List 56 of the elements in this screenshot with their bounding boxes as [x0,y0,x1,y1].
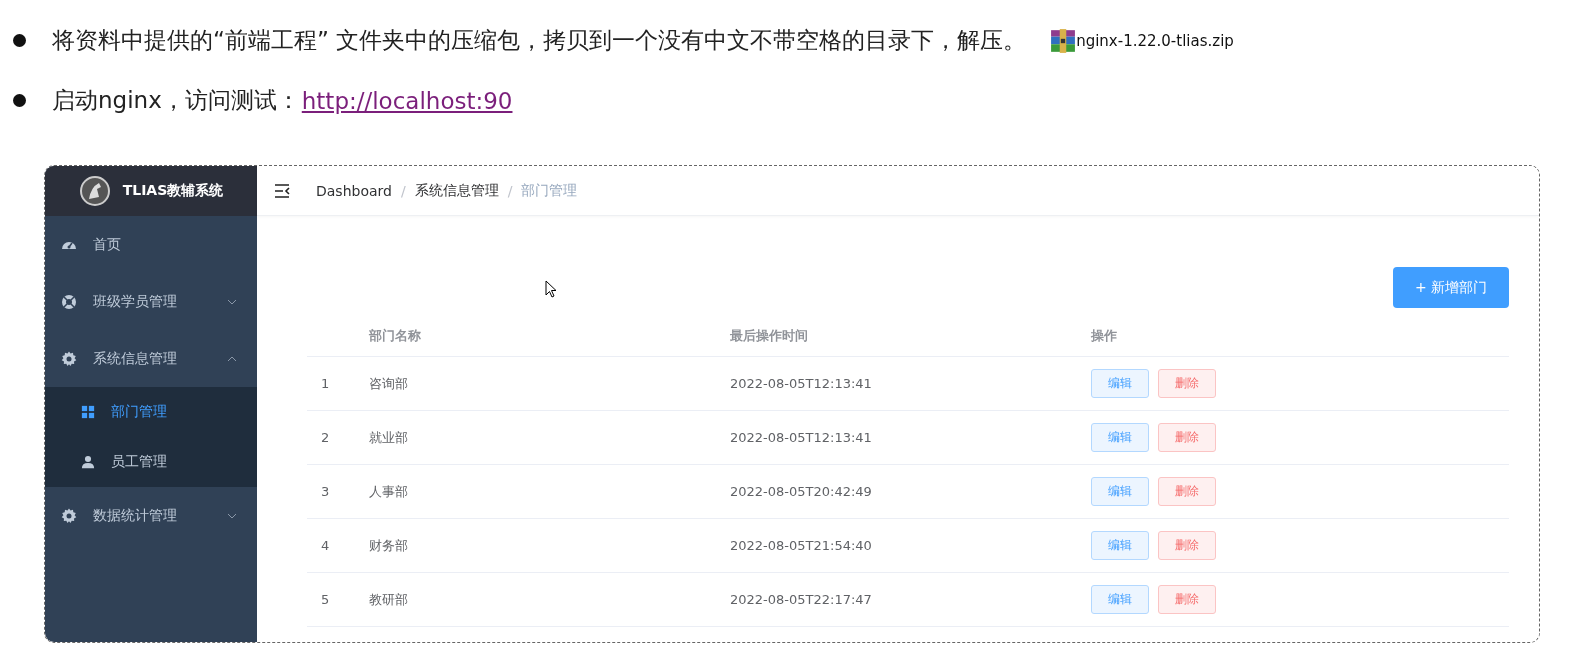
bullet-dot [13,34,26,47]
table-cell: 5 [321,592,330,607]
table-cell: 教研部 [369,591,408,607]
gear-icon [61,350,77,367]
edit-button[interactable]: 编辑 [1091,531,1149,560]
table-cell: 4 [321,538,330,553]
breadcrumb-separator: / [507,182,513,199]
bullet-text: 将资料中提供的“前端工程” 文件夹中的压缩包，拷贝到一个没有中文不带空格的目录下，解压。 [52,26,1027,55]
table-cell: 2022-08-05T12:13:41 [730,430,872,445]
column-header: 操作 [1091,327,1118,345]
lifebuoy-icon [61,293,77,310]
menu-item[interactable]: 首页 [45,216,257,273]
edit-button[interactable]: 编辑 [1091,585,1149,614]
delete-button[interactable]: 删除 [1158,585,1216,614]
submenu-item[interactable]: 部门管理 [45,387,257,437]
breadcrumb-item[interactable]: 系统信息管理 [414,181,499,200]
table-cell: 2022-08-05T20:42:49 [730,484,872,499]
menu-item[interactable]: 系统信息管理 [45,330,257,387]
add-department-button[interactable]: + 新增部门 [1393,267,1509,308]
menu-icon[interactable] [274,183,290,198]
gear-icon [61,507,77,524]
menu-item[interactable]: 班级学员管理 [45,273,257,330]
table-cell: 人事部 [369,483,408,499]
breadcrumb-item[interactable]: Dashboard [316,182,392,199]
url-link[interactable]: http://localhost:90 [301,87,513,114]
logo-icon [78,175,111,207]
bullet-text: 启动nginx，访问测试： [52,86,300,115]
brand-title: TLIAS教辅系统 [122,182,224,200]
column-header: 最后操作时间 [730,327,809,345]
delete-button[interactable]: 删除 [1158,531,1216,560]
table-cell: 财务部 [369,537,408,553]
menu-item[interactable]: 数据统计管理 [45,487,257,544]
edit-button[interactable]: 编辑 [1091,369,1149,398]
breadcrumb-separator: / [400,182,406,199]
user-icon [81,455,95,469]
table-cell: 3 [321,484,330,499]
delete-button[interactable]: 删除 [1158,369,1216,398]
edit-button[interactable]: 编辑 [1091,423,1149,452]
edit-button[interactable]: 编辑 [1091,477,1149,506]
table-cell: 2022-08-05T22:17:47 [730,592,872,607]
table-cell: 咨询部 [369,375,408,391]
table-cell: 1 [321,376,330,391]
bullet-dot [13,94,26,107]
mouse-cursor-icon [545,280,557,298]
delete-button[interactable]: 删除 [1158,477,1216,506]
table-cell: 2 [321,430,330,445]
submenu-item[interactable]: 员工管理 [45,437,257,487]
table-cell: 就业部 [369,429,408,445]
column-header: 部门名称 [369,327,422,345]
table-cell: 2022-08-05T21:54:40 [730,538,872,553]
file-name: nginx-1.22.0-tlias.zip [1076,31,1234,50]
delete-button[interactable]: 删除 [1158,423,1216,452]
table-cell: 2022-08-05T12:13:41 [730,376,872,391]
breadcrumb-item: 部门管理 [521,181,578,200]
archive-file-icon [1050,27,1077,54]
grid-icon [81,405,95,419]
